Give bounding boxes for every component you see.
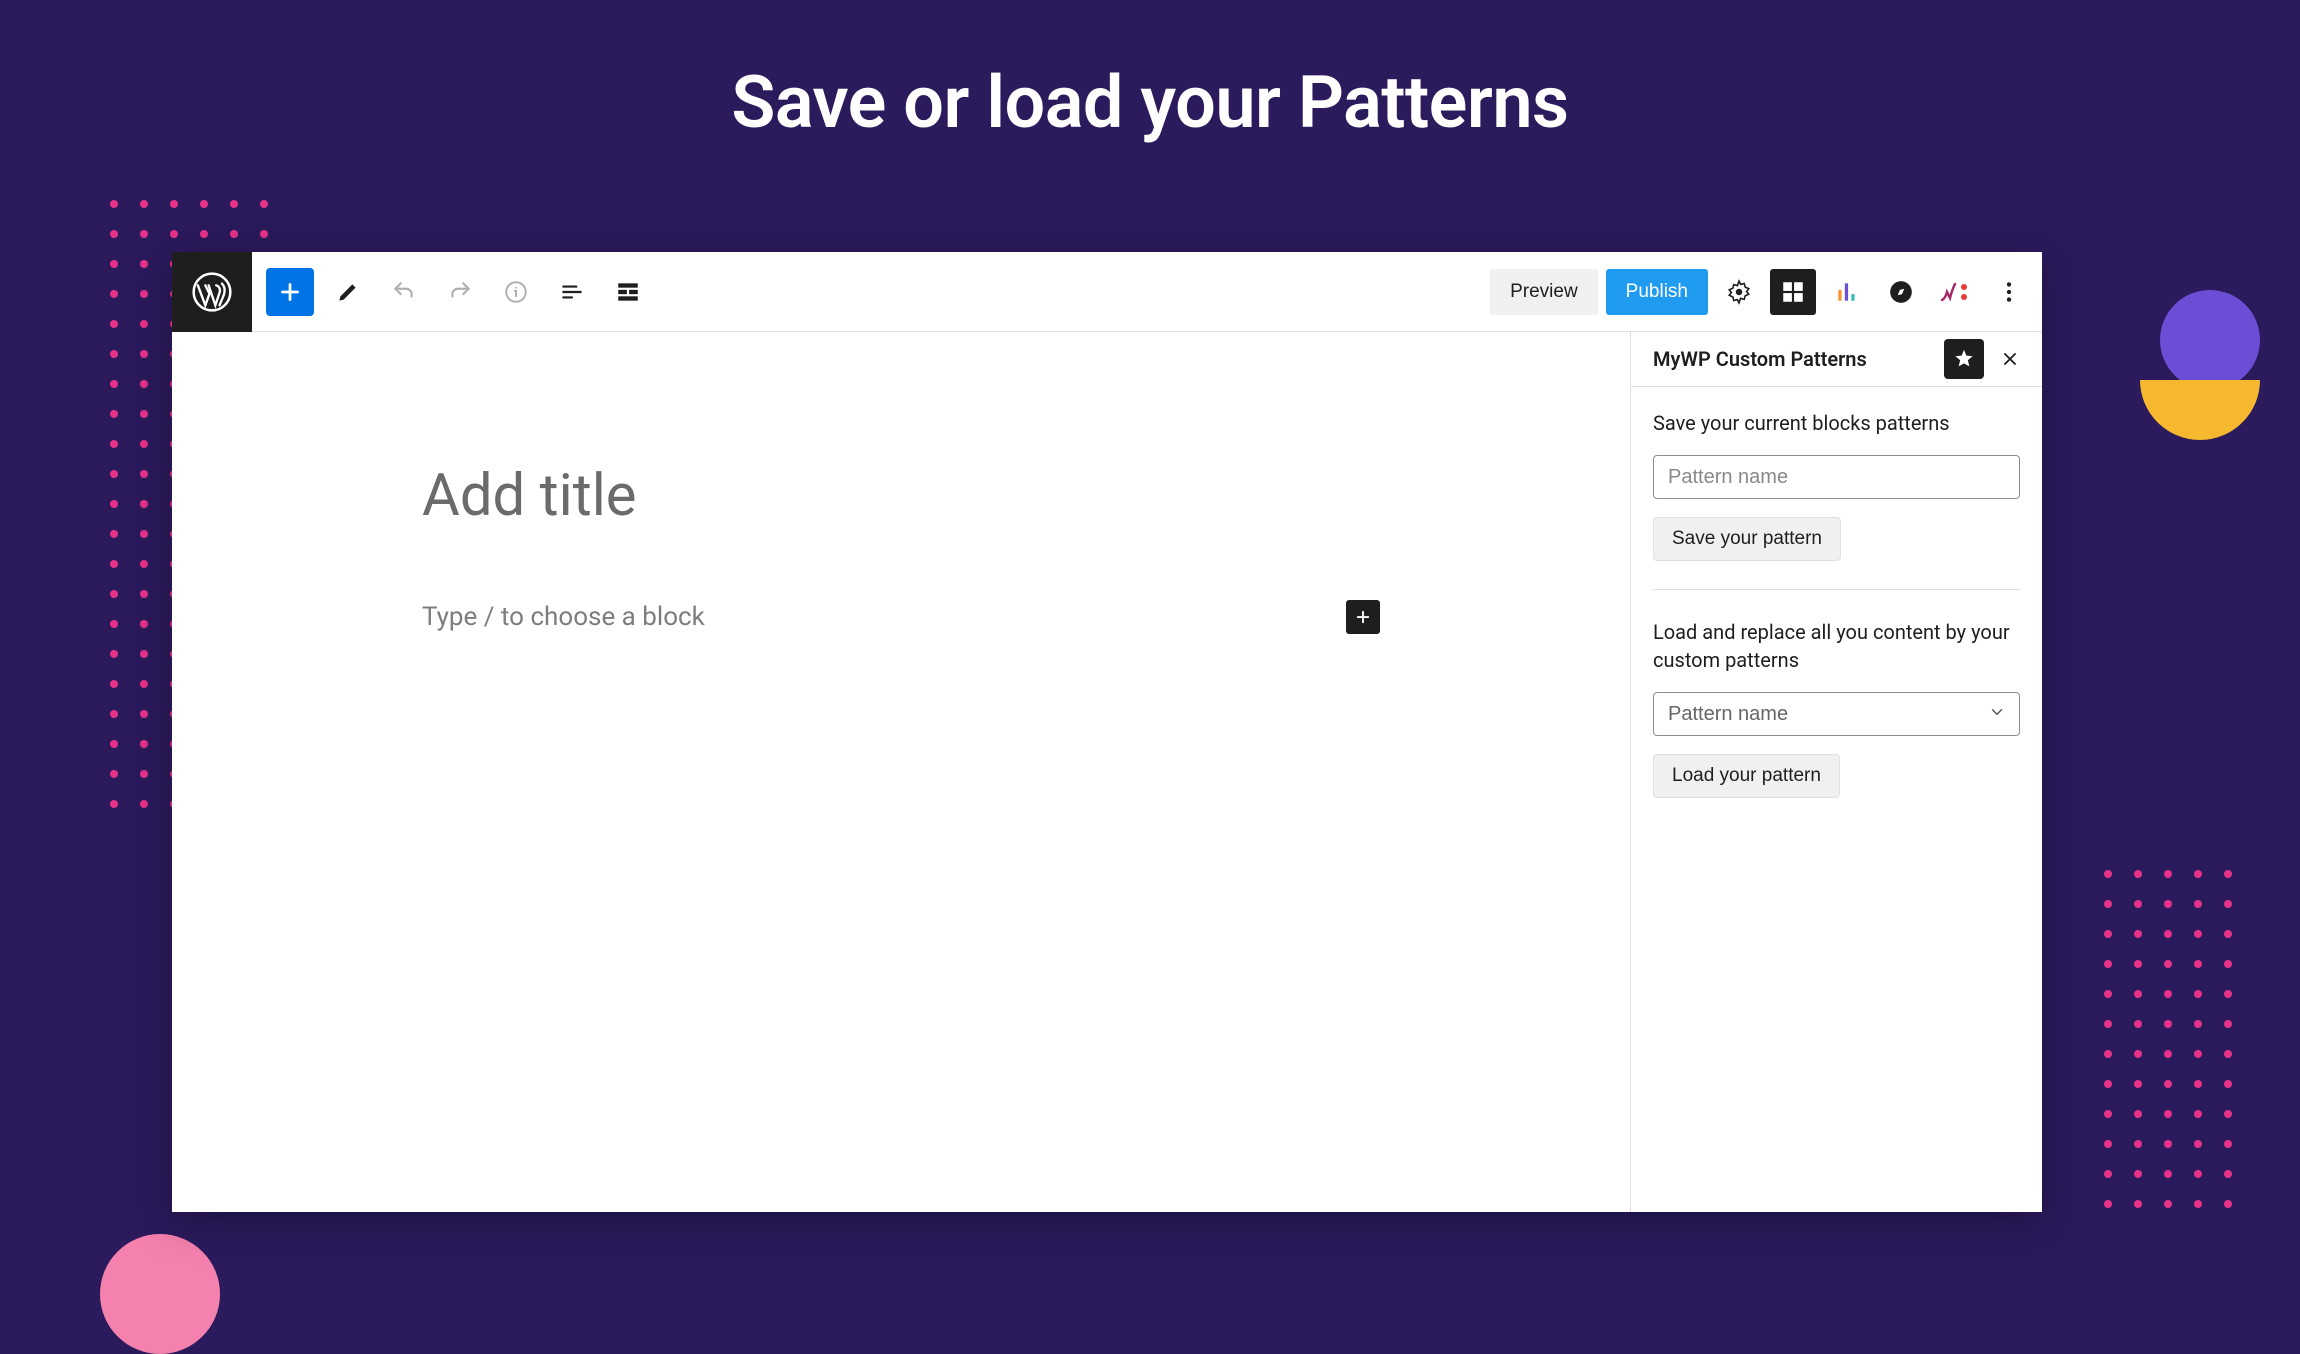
- redo-icon[interactable]: [438, 270, 482, 314]
- more-options-icon[interactable]: [1986, 269, 2032, 315]
- save-pattern-button[interactable]: Save your pattern: [1653, 517, 1841, 561]
- panel-divider: [1653, 589, 2020, 590]
- editor-canvas[interactable]: Add title Type / to choose a block: [172, 332, 1630, 1212]
- inline-add-block-button[interactable]: [1346, 600, 1380, 634]
- edit-icon[interactable]: [326, 270, 370, 314]
- load-section-label: Load and replace all you content by your…: [1653, 618, 2020, 674]
- preview-button[interactable]: Preview: [1490, 269, 1598, 315]
- undo-icon[interactable]: [382, 270, 426, 314]
- settings-gear-icon[interactable]: [1716, 269, 1762, 315]
- decorative-circle-purple: [2160, 290, 2260, 390]
- patterns-sidebar: MyWP Custom Patterns Save your current b…: [1630, 332, 2042, 1212]
- top-toolbar: Preview Publish: [172, 252, 2042, 332]
- list-view-icon[interactable]: [550, 270, 594, 314]
- decorative-circle-pink: [100, 1234, 220, 1354]
- save-section-label: Save your current blocks patterns: [1653, 409, 2020, 437]
- add-block-button[interactable]: [266, 268, 314, 316]
- outline-icon[interactable]: [606, 270, 650, 314]
- wordpress-logo-icon[interactable]: [172, 252, 252, 332]
- decorative-half-yellow: [2140, 380, 2260, 440]
- patterns-panel-icon[interactable]: [1770, 269, 1816, 315]
- post-title-input[interactable]: Add title: [422, 462, 1380, 530]
- publish-button[interactable]: Publish: [1606, 269, 1708, 315]
- info-icon[interactable]: [494, 270, 538, 314]
- pattern-select[interactable]: Pattern name: [1653, 692, 2020, 736]
- decorative-dots-right: [2104, 870, 2232, 1208]
- editor-window: Preview Publish Add title: [172, 252, 2042, 1212]
- star-favorite-icon[interactable]: [1944, 339, 1984, 379]
- block-prompt[interactable]: Type / to choose a block: [422, 602, 1346, 632]
- yoast-seo-icon[interactable]: [1932, 269, 1978, 315]
- page-headline: Save or load your Patterns: [0, 60, 2300, 145]
- compass-icon[interactable]: [1878, 269, 1924, 315]
- close-panel-icon[interactable]: [1990, 339, 2030, 379]
- load-pattern-button[interactable]: Load your pattern: [1653, 754, 1840, 798]
- pattern-name-input[interactable]: [1653, 455, 2020, 499]
- panel-title: MyWP Custom Patterns: [1653, 347, 1867, 371]
- analytics-bars-icon[interactable]: [1824, 269, 1870, 315]
